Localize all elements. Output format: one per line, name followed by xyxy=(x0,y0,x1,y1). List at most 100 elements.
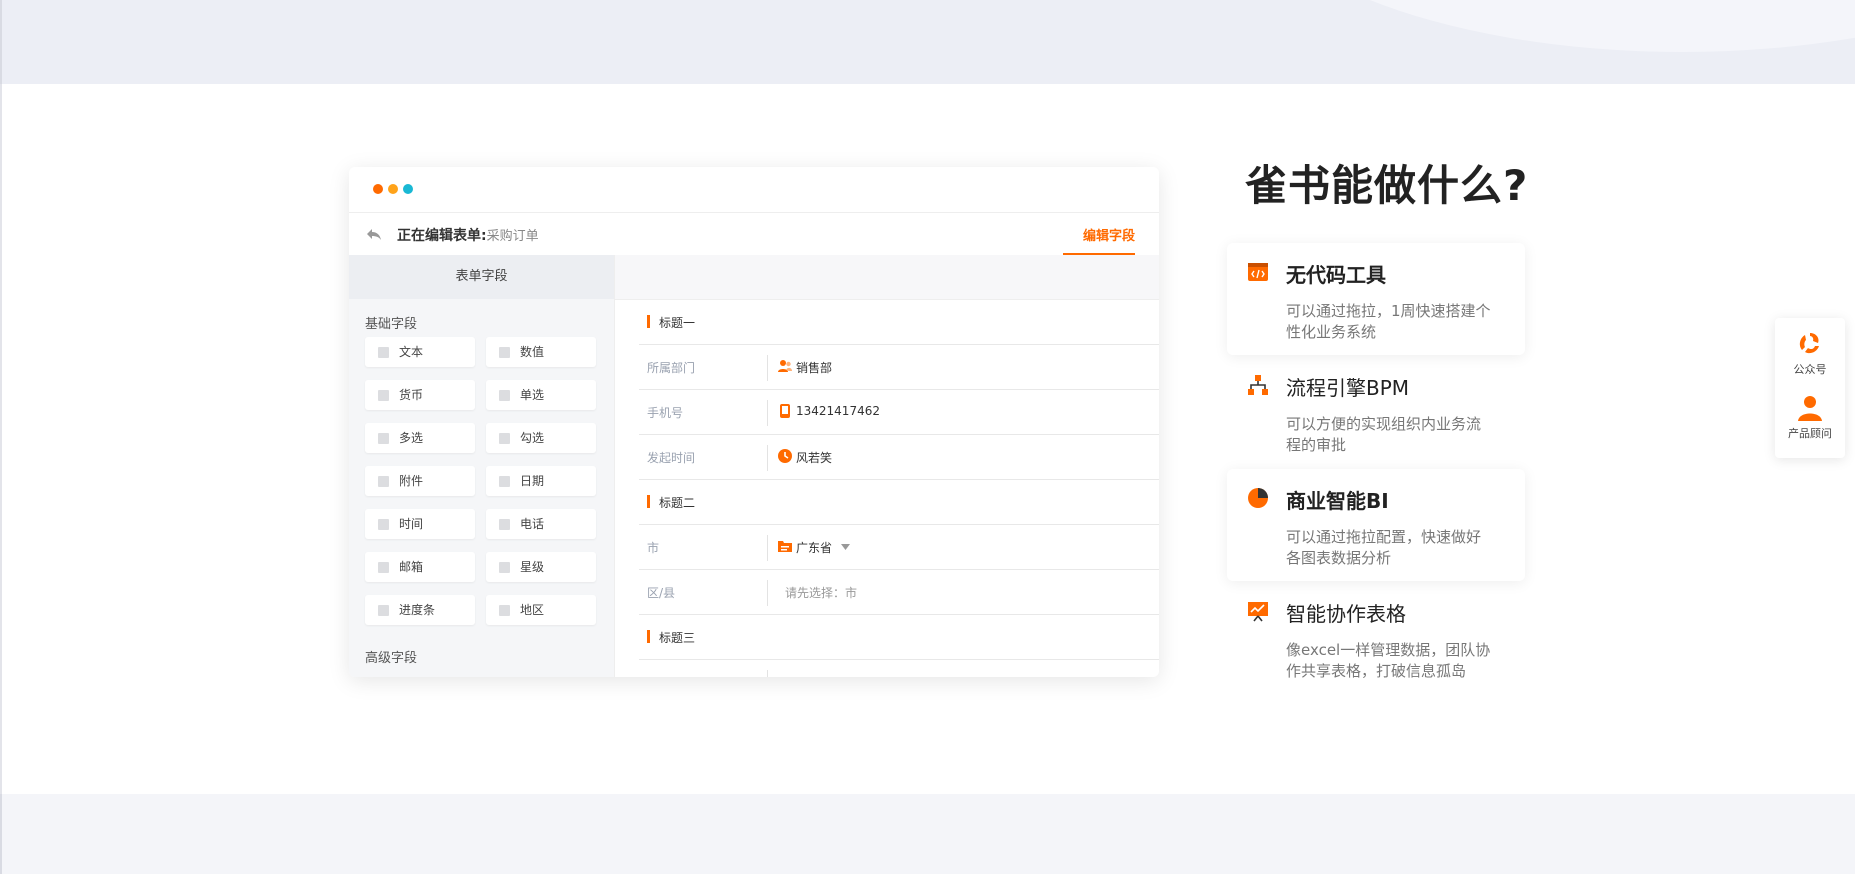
editor-header: 正在编辑表单:采购订单 编辑字段 xyxy=(349,213,1159,256)
field-chip-label: 星级 xyxy=(520,560,545,574)
feature-description: 可以通过拖拉配置，快速做好各图表数据分析 xyxy=(1286,528,1482,567)
feature-card-bpm[interactable]: 流程引擎BPM 可以方便的实现组织内业务流程的审批 xyxy=(1227,356,1525,468)
form-row-empty xyxy=(639,660,1159,677)
presentation-chart-icon xyxy=(1248,602,1268,622)
field-type-icon xyxy=(378,476,389,487)
field-chip-number[interactable]: 数值 xyxy=(486,337,596,367)
field-value: 风若笑 xyxy=(796,451,833,465)
feature-description: 可以方便的实现组织内业务流程的审批 xyxy=(1286,415,1482,454)
advisor-label: 产品顾问 xyxy=(1788,427,1832,440)
field-chip-label: 勾选 xyxy=(520,431,545,445)
back-arrow-icon[interactable] xyxy=(365,225,383,243)
editing-form-title: 正在编辑表单:采购订单 xyxy=(397,228,539,244)
folder-icon xyxy=(778,541,792,552)
window-dot-yellow xyxy=(388,184,398,194)
field-label: 发起时间 xyxy=(647,451,696,465)
field-type-icon xyxy=(378,562,389,573)
field-palette-title: 表单字段 xyxy=(349,255,614,299)
field-chip-email[interactable]: 邮箱 xyxy=(365,552,475,582)
form-canvas-header xyxy=(615,255,1159,300)
feature-card-sheet[interactable]: 智能协作表格 像excel一样管理数据，团队协作共享表格，打破信息孤岛 xyxy=(1227,582,1525,694)
field-label: 市 xyxy=(647,541,660,555)
row-separator xyxy=(767,670,768,677)
form-row-department[interactable]: 所属部门 销售部 xyxy=(639,345,1159,390)
field-chip-text[interactable]: 文本 xyxy=(365,337,475,367)
field-chip-date[interactable]: 日期 xyxy=(486,466,596,496)
code-window-icon xyxy=(1248,263,1268,281)
window-dot-orange xyxy=(373,184,383,194)
form-row-initiator[interactable]: 发起时间 风若笑 xyxy=(639,435,1159,480)
product-advisor-button[interactable]: 产品顾问 xyxy=(1775,394,1845,441)
field-chip-time[interactable]: 时间 xyxy=(365,509,475,539)
page-left-edge xyxy=(0,84,2,794)
field-chip-label: 进度条 xyxy=(399,603,436,617)
field-chip-label: 日期 xyxy=(520,474,545,488)
field-type-icon xyxy=(378,519,389,530)
field-chip-rating[interactable]: 星级 xyxy=(486,552,596,582)
field-chip-label: 多选 xyxy=(399,431,424,445)
row-separator xyxy=(767,355,768,381)
row-separator xyxy=(767,535,768,561)
field-label: 手机号 xyxy=(647,406,684,420)
group-title: 标题一 xyxy=(659,316,696,330)
field-chip-label: 单选 xyxy=(520,388,545,402)
field-value: 13421417462 xyxy=(796,404,880,418)
field-value: 广东省 xyxy=(796,541,833,555)
field-chip-phone[interactable]: 电话 xyxy=(486,509,596,539)
bottom-band xyxy=(0,794,1855,874)
field-type-icon xyxy=(378,390,389,401)
field-chip-currency[interactable]: 货币 xyxy=(365,380,475,410)
form-editor-mockup: 正在编辑表单:采购订单 编辑字段 表单字段 基础字段 文本 数值 货币 单选 多… xyxy=(349,167,1159,677)
feature-title: 流程引擎BPM xyxy=(1286,376,1410,400)
feature-title: 商业智能BI xyxy=(1286,489,1389,513)
field-type-icon xyxy=(499,433,510,444)
form-canvas: 标题一 所属部门 销售部 手机号 13421417462 发起时间 风若笑 标题… xyxy=(615,255,1159,677)
window-dot-cyan xyxy=(403,184,413,194)
form-group-title-1[interactable]: 标题一 xyxy=(639,300,1159,345)
feature-card-nocode[interactable]: 无代码工具 可以通过拖拉，1周快速搭建个性化业务系统 xyxy=(1227,243,1525,355)
field-type-icon xyxy=(499,476,510,487)
field-chip-multi-select[interactable]: 多选 xyxy=(365,423,475,453)
caret-down-icon[interactable] xyxy=(841,544,850,550)
field-chip-label: 文本 xyxy=(399,345,424,359)
section-headline: 雀书能做什么? xyxy=(1245,161,1529,210)
group-title: 标题三 xyxy=(659,631,696,645)
field-chip-label: 附件 xyxy=(399,474,424,488)
form-row-phone[interactable]: 手机号 13421417462 xyxy=(639,390,1159,435)
feature-description: 像excel一样管理数据，团队协作共享表格，打破信息孤岛 xyxy=(1286,641,1491,680)
tab-edit-fields[interactable]: 编辑字段 xyxy=(1083,225,1135,244)
field-chip-single-select[interactable]: 单选 xyxy=(486,380,596,410)
field-value: 销售部 xyxy=(796,361,833,375)
field-type-icon xyxy=(378,347,389,358)
workflow-icon xyxy=(1248,375,1268,395)
feature-card-bi[interactable]: 商业智能BI 可以通过拖拉配置，快速做好各图表数据分析 xyxy=(1227,469,1525,581)
field-placeholder: 请先选择：市 xyxy=(785,586,858,600)
feature-description: 可以通过拖拉，1周快速搭建个性化业务系统 xyxy=(1286,302,1491,341)
mobile-phone-icon xyxy=(780,404,790,418)
field-type-icon xyxy=(499,390,510,401)
field-palette: 表单字段 基础字段 文本 数值 货币 单选 多选 勾选 附件 日期 时间 电话 … xyxy=(349,255,615,677)
field-chip-region[interactable]: 地区 xyxy=(486,595,596,625)
field-chip-checkbox[interactable]: 勾选 xyxy=(486,423,596,453)
form-group-title-3[interactable]: 标题三 xyxy=(639,615,1159,660)
wechat-official-account-button[interactable]: 公众号 xyxy=(1775,330,1845,377)
group-accent-bar xyxy=(647,495,650,508)
form-row-city[interactable]: 市 广东省 xyxy=(639,525,1159,570)
group-title: 标题二 xyxy=(659,496,696,510)
field-chip-label: 货币 xyxy=(399,388,424,402)
banner-wave-decoration xyxy=(1232,0,1855,52)
editor-body: 表单字段 基础字段 文本 数值 货币 单选 多选 勾选 附件 日期 时间 电话 … xyxy=(349,255,1159,677)
person-icon xyxy=(1798,396,1822,421)
field-chip-label: 时间 xyxy=(399,517,424,531)
feature-title: 智能协作表格 xyxy=(1286,602,1406,626)
pie-chart-icon xyxy=(1248,488,1268,508)
form-row-county[interactable]: 区/县 请先选择：市 xyxy=(639,570,1159,615)
field-chip-attachment[interactable]: 附件 xyxy=(365,466,475,496)
group-accent-bar xyxy=(647,630,650,643)
field-type-icon xyxy=(499,605,510,616)
row-separator xyxy=(767,580,768,606)
wechat-label: 公众号 xyxy=(1793,363,1827,376)
field-chip-progress[interactable]: 进度条 xyxy=(365,595,475,625)
field-chip-label: 地区 xyxy=(520,603,545,617)
form-group-title-2[interactable]: 标题二 xyxy=(639,480,1159,525)
